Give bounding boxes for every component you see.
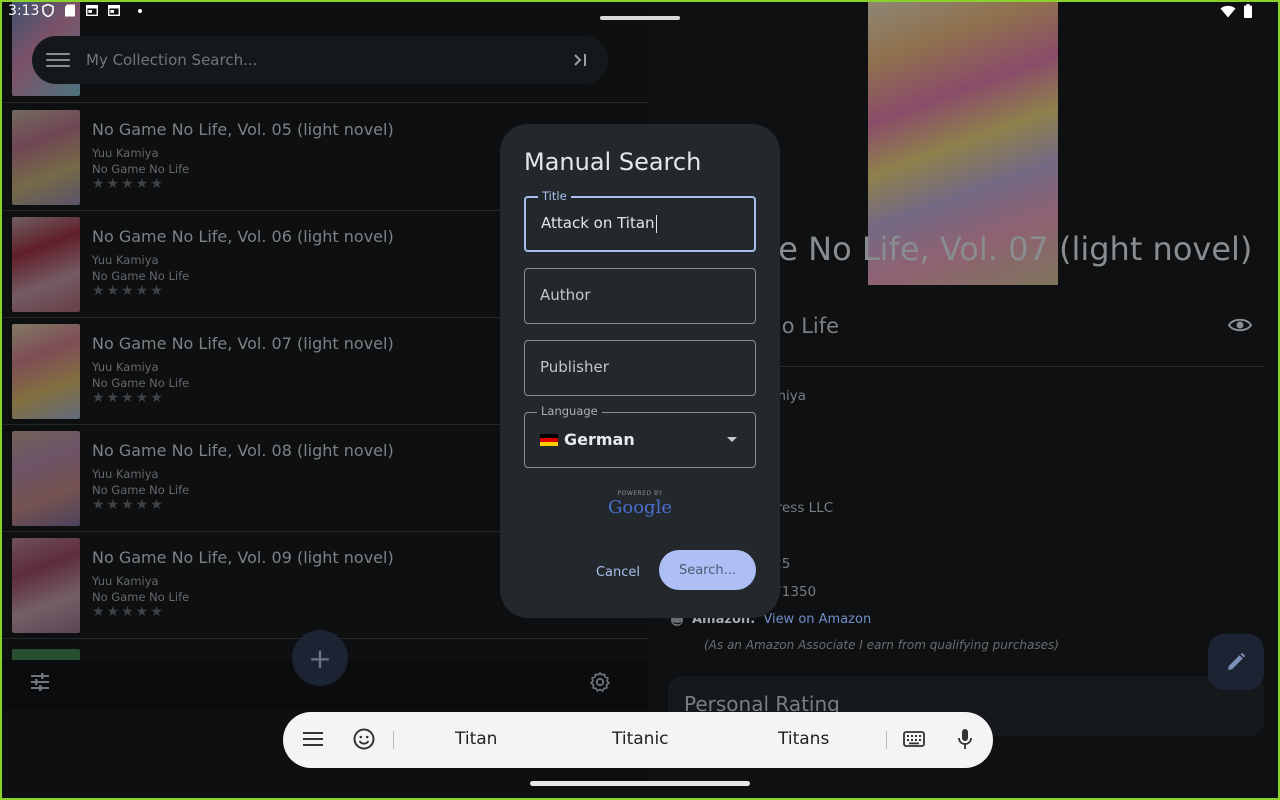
list-item-title: No Game No Life, Vol. 07 (light novel)	[92, 334, 394, 353]
list-item-author: Yuu Kamiya	[92, 467, 159, 481]
list-item-title: No Game No Life, Vol. 09 (light novel)	[92, 548, 394, 567]
window-icon	[108, 5, 120, 16]
list-item-series: No Game No Life	[92, 376, 190, 390]
collection-search-bar[interactable]: My Collection Search...	[32, 36, 608, 84]
status-time: 3:13	[8, 3, 40, 19]
list-item-author: Yuu Kamiya	[92, 253, 159, 267]
view-on-amazon-link[interactable]: View on Amazon	[763, 612, 871, 627]
edit-button[interactable]	[1208, 634, 1264, 690]
tune-icon[interactable]	[30, 672, 50, 692]
title-field-label: Title	[538, 189, 571, 203]
detail-title: ne No Life, Vol. 07 (light novel)	[758, 230, 1253, 268]
book-cover-thumbnail	[12, 431, 80, 526]
amazon-disclaimer: (As an Amazon Associate I earn from qual…	[704, 638, 1059, 652]
collapse-pane-icon[interactable]	[570, 49, 592, 71]
list-item-title: No Game No Life, Vol. 06 (light novel)	[92, 227, 394, 246]
powered-by-text: POWERED BY	[617, 490, 663, 497]
suggestion-chip[interactable]: Titanic	[612, 729, 669, 749]
suggestion-chip[interactable]: Titans	[778, 729, 829, 749]
list-item-title: No Game No Life, Vol. 05 (light novel)	[92, 120, 394, 139]
add-book-button[interactable]: +	[292, 630, 348, 686]
search-button[interactable]: Search...	[659, 550, 756, 590]
status-notification-icons	[42, 4, 142, 17]
suggestion-chip[interactable]: Titan	[455, 729, 497, 749]
window-drag-handle[interactable]	[600, 16, 680, 20]
divider	[393, 731, 394, 749]
title-field[interactable]: Title Attack on Titan	[524, 189, 756, 252]
list-item-author: Yuu Kamiya	[92, 574, 159, 588]
keyboard-suggestion-bar: Titan Titanic Titans	[283, 712, 993, 768]
author-input[interactable]: Author	[540, 286, 591, 304]
language-select[interactable]: Language German	[524, 404, 756, 468]
emoji-icon[interactable]	[353, 728, 375, 750]
language-selected-value: German	[540, 430, 635, 449]
status-bar: 3:13	[0, 0, 1280, 24]
shield-icon	[42, 4, 54, 17]
gear-icon[interactable]	[588, 670, 612, 694]
title-input[interactable]: Attack on Titan	[541, 214, 657, 233]
german-flag-icon	[540, 433, 558, 446]
menu-icon[interactable]	[46, 53, 70, 67]
text-caret	[655, 214, 657, 233]
navigation-handle[interactable]	[530, 781, 750, 786]
star-rating[interactable]: ★★★★★	[92, 283, 165, 299]
status-system-icons	[1220, 4, 1252, 18]
list-item-series: No Game No Life	[92, 162, 190, 176]
keyboard-icon[interactable]	[903, 731, 925, 747]
window-icon	[86, 5, 98, 16]
star-rating[interactable]: ★★★★★	[92, 497, 165, 513]
list-item-author: Yuu Kamiya	[92, 360, 159, 374]
google-wordmark: Google	[608, 497, 672, 518]
book-cover-thumbnail	[12, 217, 80, 312]
menu-icon[interactable]	[303, 732, 323, 746]
list-item-series: No Game No Life	[92, 269, 190, 283]
dropdown-arrow-icon[interactable]	[727, 437, 737, 442]
publisher-input[interactable]: Publisher	[540, 358, 609, 376]
star-rating[interactable]: ★★★★★	[92, 176, 165, 192]
wifi-icon	[1220, 5, 1236, 17]
divider	[886, 731, 887, 749]
publisher-field[interactable]: Publisher	[524, 340, 756, 396]
cancel-button[interactable]: Cancel	[588, 552, 648, 592]
language-field-label: Language	[537, 404, 602, 418]
star-rating[interactable]: ★★★★★	[92, 390, 165, 406]
book-cover-thumbnail	[12, 324, 80, 419]
eye-icon[interactable]	[1228, 316, 1252, 334]
author-field[interactable]: Author	[524, 268, 756, 324]
book-cover-thumbnail	[12, 538, 80, 633]
microphone-icon[interactable]	[957, 728, 973, 750]
powered-by-google-logo: POWERED BY Google	[608, 490, 672, 518]
title-input-value: Attack on Titan	[541, 214, 655, 232]
language-value-text: German	[564, 430, 635, 449]
search-input[interactable]: My Collection Search...	[86, 51, 570, 69]
notification-dot-icon	[138, 8, 142, 13]
list-item-title: No Game No Life, Vol. 08 (light novel)	[92, 441, 394, 460]
list-item-series: No Game No Life	[92, 590, 190, 604]
list-item-series: No Game No Life	[92, 483, 190, 497]
sd-card-icon	[65, 4, 75, 17]
battery-icon	[1244, 4, 1252, 18]
manual-search-dialog: Manual Search Title Attack on Titan Auth…	[500, 124, 780, 618]
pencil-icon	[1228, 652, 1246, 670]
dialog-title: Manual Search	[524, 148, 702, 176]
book-cover-thumbnail	[12, 110, 80, 205]
list-item-author: Yuu Kamiya	[92, 146, 159, 160]
star-rating[interactable]: ★★★★★	[92, 604, 165, 620]
